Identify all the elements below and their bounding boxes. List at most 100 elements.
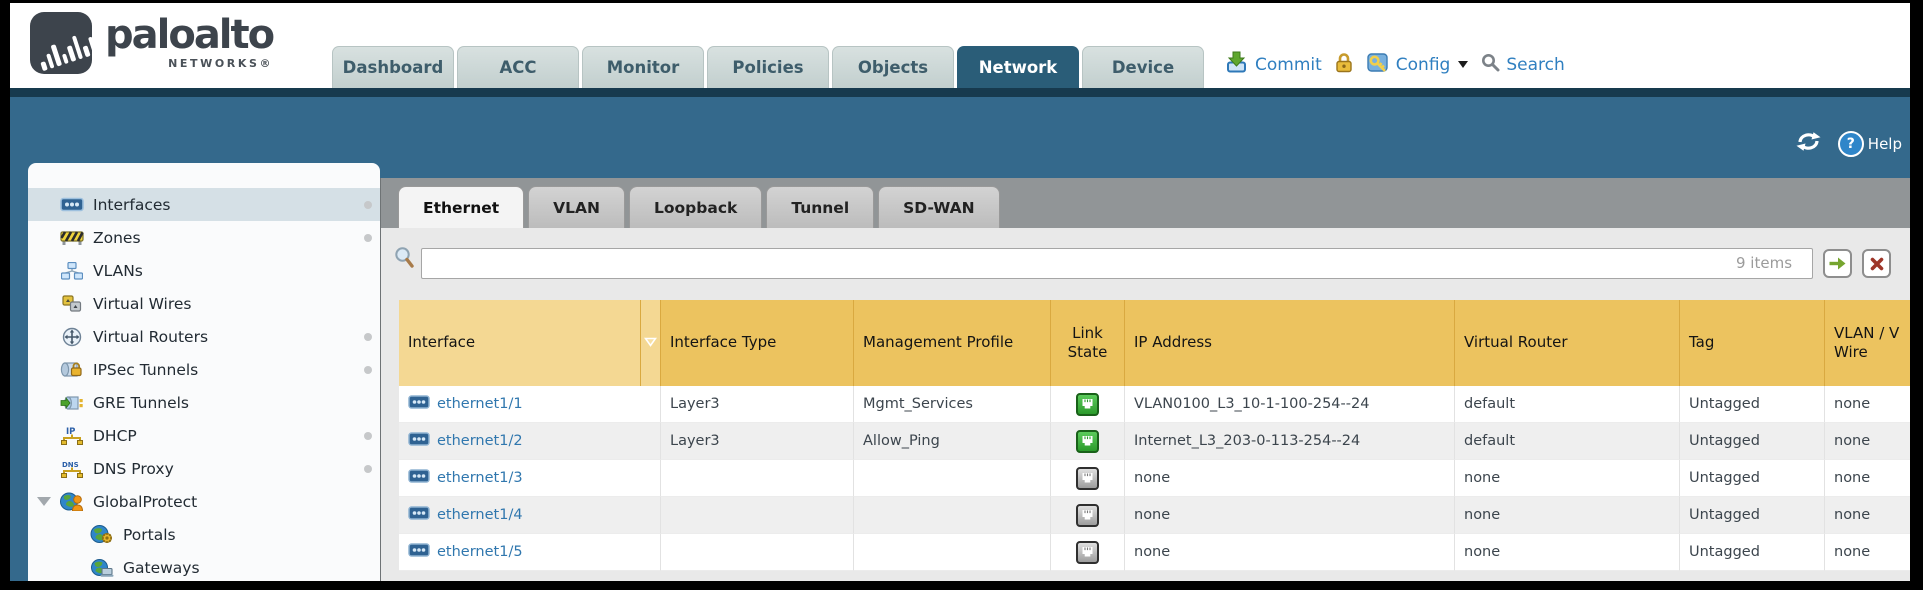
table-row[interactable]: ethernet1/3 none none Untagged none [399, 460, 1910, 497]
expand-collapse-icon[interactable] [37, 497, 51, 506]
cell-link-state [1051, 460, 1125, 497]
config-menu-button[interactable]: Config [1366, 52, 1469, 78]
brand-wordmark: paloalto [105, 14, 273, 56]
column-header-interface-type[interactable]: Interface Type [661, 300, 854, 386]
globalprotect-icon [58, 491, 85, 512]
sort-indicator-cell[interactable] [641, 300, 661, 386]
cell-tag: Untagged [1680, 423, 1825, 460]
tab-policies[interactable]: Policies [707, 46, 829, 88]
interface-link[interactable]: ethernet1/3 [437, 470, 523, 486]
items-count: 9 items [1736, 254, 1792, 272]
lock-icon[interactable] [1335, 52, 1353, 78]
gre-tunnels-icon [58, 392, 85, 413]
cell-ip-address: none [1125, 460, 1455, 497]
search-icon [1481, 53, 1500, 77]
commit-label: Commit [1255, 55, 1322, 75]
tab-objects[interactable]: Objects [832, 46, 954, 88]
header-actions: Commit Config Search [1224, 51, 1565, 78]
table-row[interactable]: ethernet1/4 none none Untagged none [399, 497, 1910, 534]
tab-network[interactable]: Network [957, 46, 1079, 88]
sidebar-item-virtual-routers[interactable]: Virtual Routers [28, 320, 380, 353]
cell-interface: ethernet1/2 [399, 423, 661, 460]
sidebar-item-portals[interactable]: Portals [28, 518, 380, 551]
sidebar-item-label: IPSec Tunnels [93, 361, 198, 379]
sort-desc-icon [644, 333, 657, 353]
sidebar-item-dhcp[interactable]: IP DHCP [28, 419, 380, 452]
help-button[interactable]: ? Help [1838, 131, 1902, 157]
table-row[interactable]: ethernet1/1 Layer3 Mgmt_Services VLAN010… [399, 386, 1910, 423]
tab-monitor[interactable]: Monitor [582, 46, 704, 88]
column-header-interface[interactable]: Interface [399, 300, 641, 386]
cell-interface: ethernet1/3 [399, 460, 661, 497]
sidebar-item-label: Gateways [123, 559, 200, 577]
status-dot [364, 201, 372, 209]
cell-virtual-router: none [1455, 497, 1680, 534]
sidebar-item-zones[interactable]: Zones [28, 221, 380, 254]
link-state-down-icon [1076, 541, 1099, 564]
tab-device[interactable]: Device [1082, 46, 1204, 88]
sidebar-item-vlans[interactable]: VLANs [28, 254, 380, 287]
interface-link[interactable]: ethernet1/2 [437, 433, 523, 449]
status-dot [364, 234, 372, 242]
refresh-icon[interactable] [1795, 130, 1822, 157]
table-row[interactable]: ethernet1/2 Layer3 Allow_Ping Internet_L… [399, 423, 1910, 460]
interface-link[interactable]: ethernet1/1 [437, 396, 523, 412]
column-header-management-profile[interactable]: Management Profile [854, 300, 1051, 386]
tab-tunnel[interactable]: Tunnel [766, 186, 874, 228]
search-button[interactable]: Search [1481, 53, 1564, 77]
column-header-tag[interactable]: Tag [1680, 300, 1825, 386]
apply-filter-button[interactable] [1823, 249, 1852, 278]
link-state-up-icon [1076, 430, 1099, 453]
status-dot [364, 333, 372, 341]
sidebar-item-globalprotect[interactable]: GlobalProtect [28, 485, 380, 518]
sidebar-item-virtual-wires[interactable]: Virtual Wires [28, 287, 380, 320]
cell-ip-address: none [1125, 497, 1455, 534]
clear-filter-button[interactable] [1862, 249, 1891, 278]
filter-input[interactable] [421, 248, 1813, 279]
commit-button[interactable]: Commit [1224, 51, 1322, 78]
sidebar-item-ipsec-tunnels[interactable]: IPSec Tunnels [28, 353, 380, 386]
link-state-up-icon [1076, 393, 1099, 416]
sidebar-item-label: DNS Proxy [93, 460, 174, 478]
cell-interface-type [661, 497, 854, 534]
svg-text:IP: IP [66, 427, 75, 437]
cell-vlan-virtual-wire: none [1825, 497, 1910, 534]
sidebar-item-interfaces[interactable]: Interfaces [28, 188, 380, 221]
brand-sub-wordmark: NETWORKS® [105, 57, 273, 70]
cell-interface: ethernet1/5 [399, 534, 661, 571]
cell-interface-type [661, 460, 854, 497]
paloalto-logo-icon [30, 12, 92, 74]
config-icon [1366, 52, 1390, 78]
cell-virtual-router: none [1455, 534, 1680, 571]
cell-interface-type: Layer3 [661, 423, 854, 460]
column-header-vlan-virtual-wire[interactable]: VLAN / V Wire [1825, 300, 1910, 386]
cell-vlan-virtual-wire: none [1825, 386, 1910, 423]
interface-link[interactable]: ethernet1/4 [437, 507, 523, 523]
sidebar-item-gateways[interactable]: Gateways [28, 551, 380, 581]
link-state-down-icon [1076, 467, 1099, 490]
status-dot [364, 465, 372, 473]
virtual-wires-icon [58, 293, 85, 314]
sidebar-item-dns-proxy[interactable]: DNS DNS Proxy [28, 452, 380, 485]
tab-vlan[interactable]: VLAN [528, 186, 625, 228]
sidebar-item-gre-tunnels[interactable]: GRE Tunnels [28, 386, 380, 419]
sidebar-item-label: GRE Tunnels [93, 394, 189, 412]
tab-loopback[interactable]: Loopback [629, 186, 762, 228]
interface-icon [408, 543, 430, 561]
column-header-virtual-router[interactable]: Virtual Router [1455, 300, 1680, 386]
cell-tag: Untagged [1680, 497, 1825, 534]
network-sidebar: Interfaces Zones VLANs Virtual Wires Vir… [28, 163, 380, 581]
tab-acc[interactable]: ACC [457, 46, 579, 88]
cell-vlan-virtual-wire: none [1825, 460, 1910, 497]
interface-link[interactable]: ethernet1/5 [437, 544, 523, 560]
cell-link-state [1051, 497, 1125, 534]
svg-text:DNS: DNS [62, 461, 79, 469]
column-header-link-state[interactable]: Link State [1051, 300, 1125, 386]
tab-dashboard[interactable]: Dashboard [332, 46, 454, 88]
column-header-ip-address[interactable]: IP Address [1125, 300, 1455, 386]
table-row[interactable]: ethernet1/5 none none Untagged none [399, 534, 1910, 571]
cell-virtual-router: default [1455, 423, 1680, 460]
tab-sdwan[interactable]: SD-WAN [878, 186, 999, 228]
sidebar-item-label: Virtual Routers [93, 328, 208, 346]
tab-ethernet[interactable]: Ethernet [398, 186, 524, 228]
